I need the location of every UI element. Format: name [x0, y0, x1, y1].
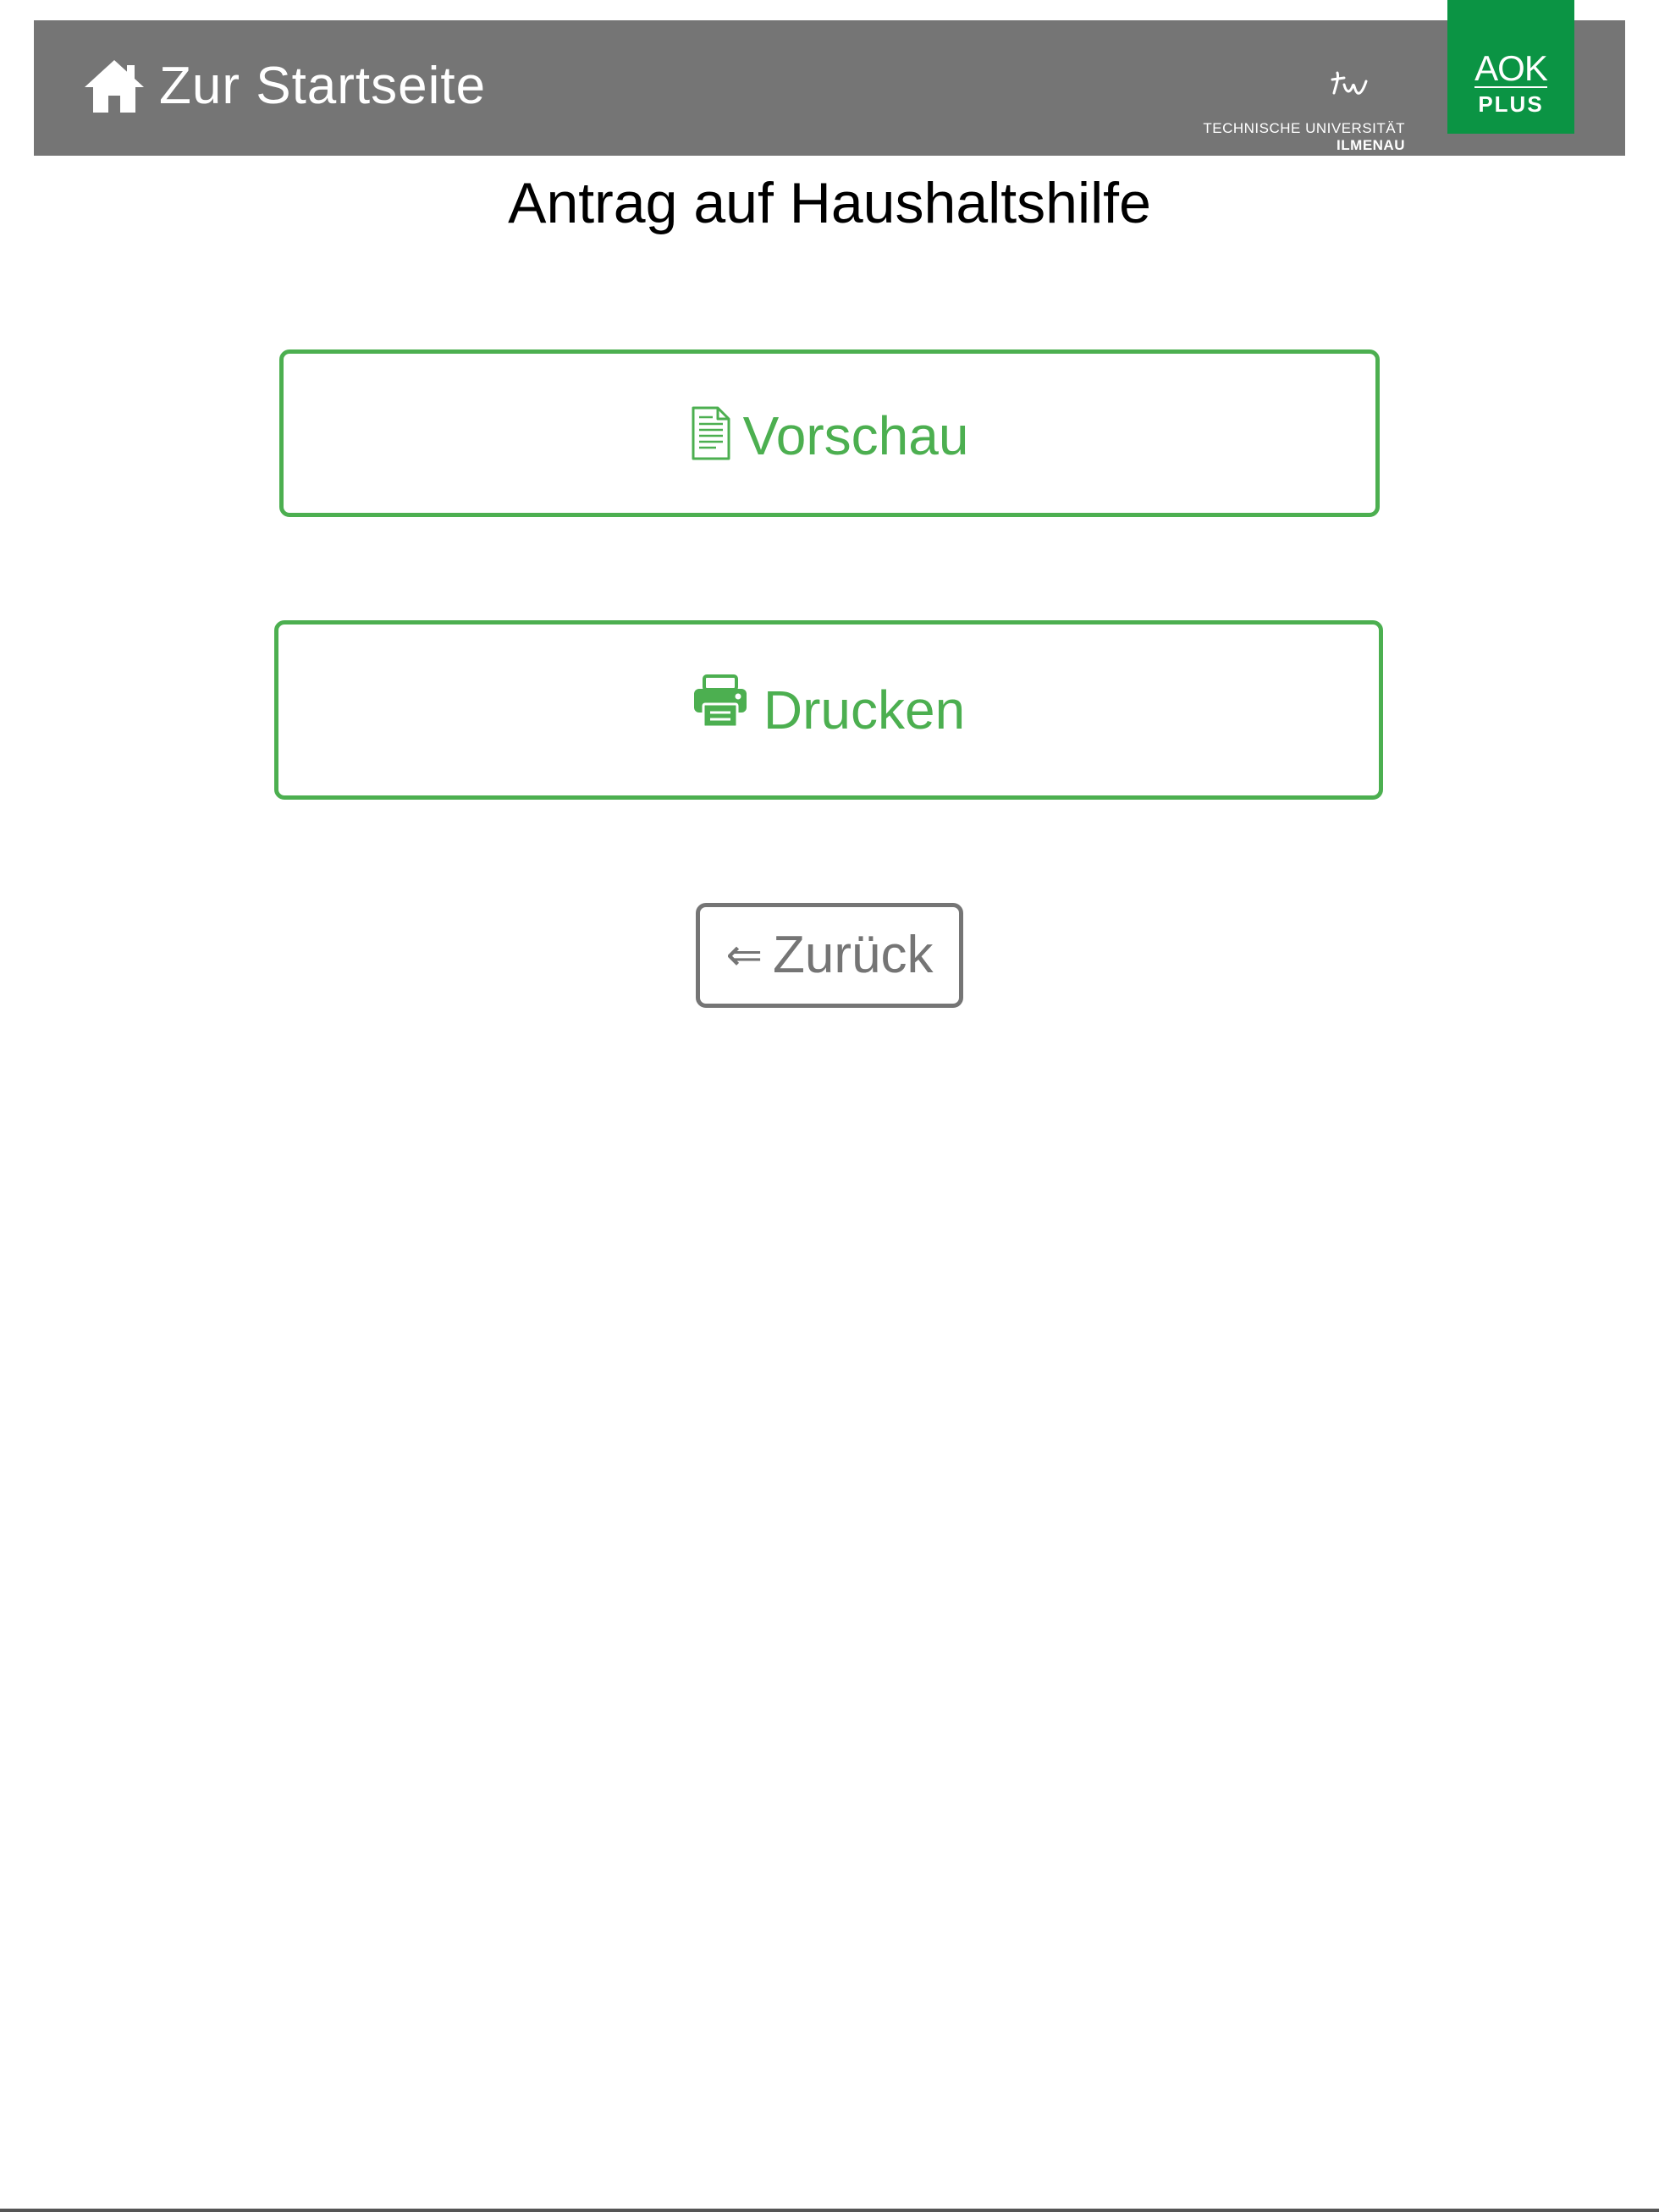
header-bar: Zur Startseite TECHNISCHE UNIVERSITÄT IL…	[34, 0, 1625, 156]
back-button-label: Zurück	[773, 926, 934, 984]
page-title: Antrag auf Haushaltshilfe	[508, 171, 1151, 235]
bottom-divider	[0, 2209, 1659, 2212]
aok-logo-plus: PLUS	[1478, 91, 1544, 117]
back-arrow-icon: ⇐	[725, 930, 763, 981]
home-link[interactable]: Zur Startseite	[83, 51, 486, 122]
tu-logo-line2: ILMENAU	[1337, 137, 1405, 153]
aok-logo-word: AOK	[1474, 48, 1548, 88]
preview-button[interactable]: Vorschau	[279, 349, 1380, 517]
home-link-label: Zur Startseite	[159, 57, 487, 115]
print-button[interactable]: Drucken	[274, 620, 1383, 800]
aok-logo-divider	[1474, 86, 1547, 88]
tu-signature-mark	[1331, 71, 1368, 95]
tu-logo-line1: TECHNISCHE UNIVERSITÄT	[1203, 120, 1405, 136]
back-button[interactable]: ⇐ Zurück	[696, 903, 963, 1008]
document-icon	[692, 406, 730, 460]
preview-button-label: Vorschau	[742, 405, 969, 466]
aok-plus-logo: AOK PLUS	[1447, 0, 1574, 134]
home-icon	[85, 60, 144, 113]
printer-icon	[693, 674, 747, 729]
print-button-label: Drucken	[763, 680, 966, 740]
tu-ilmenau-logo: TECHNISCHE UNIVERSITÄT ILMENAU	[1200, 68, 1407, 153]
page: Zur Startseite TECHNISCHE UNIVERSITÄT IL…	[0, 0, 1659, 2212]
